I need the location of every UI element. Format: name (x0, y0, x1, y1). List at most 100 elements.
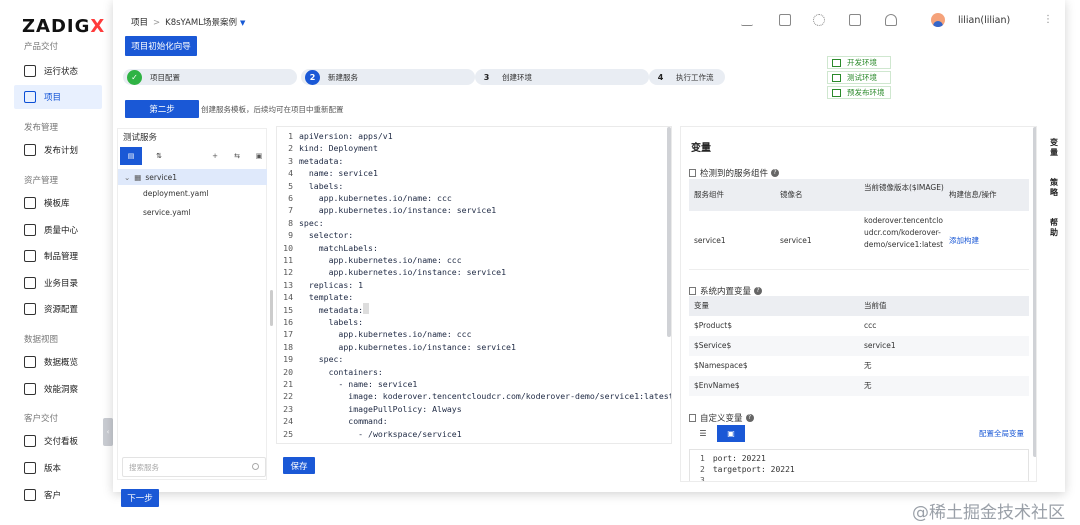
rail-variables[interactable]: 变量 (1049, 138, 1059, 158)
sidebar-item[interactable]: 效能洞察 (14, 377, 102, 401)
artifact-icon (24, 250, 36, 262)
more-icon[interactable]: ⋮ (1043, 14, 1053, 25)
code-line: 6 app.kubernetes.io/name: ccc (288, 193, 452, 203)
sys-var-name: $Namespace$ (694, 361, 748, 370)
code-line: 9 selector: (288, 230, 354, 241)
plugin-icon[interactable] (813, 14, 825, 26)
env-tag[interactable]: 预发布环境 (827, 86, 891, 99)
env-tag[interactable]: 测试环境 (827, 71, 891, 84)
sidebar-collapse-button[interactable]: ‹ (103, 418, 113, 446)
custom-vars-editor[interactable]: 1 port: 20221 2 targetport: 20221 3 (689, 449, 1029, 481)
caret-down-icon: ⌄ (124, 172, 131, 182)
monitor-icon (24, 65, 36, 77)
help-icon[interactable]: ? (745, 414, 754, 422)
catalog-icon (24, 277, 36, 289)
sidebar-item[interactable]: 业务目录 (14, 271, 102, 295)
grid-icon (689, 169, 696, 177)
code-line: 13 replicas: 1 (283, 279, 364, 290)
step-label: 新建服务 (328, 72, 358, 82)
tree-service-item[interactable]: ⌄ ▦ service1 (118, 169, 267, 185)
bell-icon[interactable] (885, 14, 897, 26)
translate-icon[interactable] (779, 14, 791, 26)
code-line: 1 apiVersion: apps/v1 (288, 131, 393, 141)
detected-components-title: 检测到的服务组件? (689, 167, 780, 179)
wizard-step: 4 执行工作流 (649, 69, 725, 85)
sidebar-item[interactable]: 模板库 (14, 191, 102, 215)
breadcrumb-root[interactable]: 项目 (131, 18, 148, 28)
code-line: 18 app.kubernetes.io/instance: service1 (283, 341, 516, 352)
env-icon (832, 88, 841, 97)
code-line: 5 labels: (288, 180, 344, 191)
sidebar-item[interactable]: 客户 (14, 483, 102, 507)
sidebar-item[interactable]: 交付看板 (14, 429, 102, 453)
code-line: 17 app.kubernetes.io/name: ccc (283, 329, 472, 340)
code-line: 22 image: koderover.tencentcloudcr.com/k… (283, 391, 672, 402)
env-icon (832, 73, 841, 82)
service-search-input[interactable]: 搜索服务 (122, 457, 266, 477)
step-number: 4 (657, 72, 664, 82)
import-icon[interactable]: ▣ (248, 147, 270, 165)
sidebar: ZADIGX 产品交付 运行状态 项目 发布管理 发布计划 资产管理 模板库 质量中心 制品管理… (0, 0, 112, 525)
sidebar-item[interactable]: 制品管理 (14, 244, 102, 268)
next-button[interactable]: 下一步 (121, 489, 159, 507)
divider (689, 269, 1029, 270)
sidebar-item[interactable]: 发布计划 (14, 138, 102, 162)
code-line: 11 app.kubernetes.io/name: ccc (283, 255, 462, 265)
service-tree-panel: 测试服务 ▤ ⇅ + ⇆ ▣ ⌄ ▦ service1 deployment.yam… (117, 128, 267, 480)
code-line: 3 metadata: (288, 155, 344, 166)
project-dropdown-icon[interactable]: ▼ (240, 19, 245, 27)
panel-scrollbar[interactable] (1033, 127, 1036, 457)
code-line: 19 spec: (283, 354, 344, 365)
sidebar-item[interactable]: 资源配置 (14, 297, 102, 321)
breadcrumb-project[interactable]: K8sYAML场景案例 (165, 18, 237, 28)
yaml-view-button[interactable]: ▣ (717, 425, 745, 442)
step-number: 3 (483, 72, 490, 82)
customer-icon (24, 489, 36, 501)
global-vars-link[interactable]: 配置全局变量 (979, 428, 1024, 440)
tree-file-item[interactable]: service.yaml (143, 208, 191, 217)
user-menu[interactable]: lilian(lilian) (931, 13, 1010, 27)
sidebar-item[interactable]: 运行状态 (14, 59, 102, 83)
env-tag[interactable]: 开发环境 (827, 56, 891, 69)
version-cell: koderover.tencentcloudcr.com/koderover-d… (864, 216, 944, 249)
sidebar-item[interactable]: 数据概览 (14, 350, 102, 374)
breadcrumb: 项目 > K8sYAML场景案例 ▼ (131, 18, 246, 28)
code-line: 8 spec: (288, 217, 324, 228)
resource-icon (24, 303, 36, 315)
sys-var-value: 无 (864, 381, 872, 390)
variables-panel: 变量 检测到的服务组件? 服务组件 镜像名 当前镜像版本($IMAGE) 构建信… (680, 126, 1037, 482)
sys-var-value: ccc (864, 321, 877, 330)
sidebar-item[interactable]: 项目 (14, 85, 102, 109)
wizard-button[interactable]: 项目初始化向导 (125, 36, 197, 56)
file-view-button[interactable]: ▤ (120, 147, 142, 165)
add-build-link[interactable]: 添加构建 (949, 235, 979, 247)
code-line: 25 - /workspace/service1 (283, 428, 462, 439)
yaml-editor[interactable]: 1 apiVersion: apps/v1 2 kind: Deployment 3 me… (276, 126, 672, 444)
data-overview-icon (24, 356, 36, 368)
board-icon (24, 435, 36, 447)
docs-icon[interactable] (849, 14, 861, 26)
sidebar-item[interactable]: 质量中心 (14, 218, 102, 242)
system-table-header (689, 296, 1029, 316)
sidebar-item[interactable]: 版本 (14, 456, 102, 480)
rail-policy[interactable]: 策略 (1049, 178, 1059, 198)
tree-file-item[interactable]: deployment.yaml (143, 189, 209, 198)
project-icon (24, 91, 36, 103)
resize-handle[interactable] (270, 290, 273, 326)
rail-help[interactable]: 帮助 (1049, 218, 1059, 238)
download-icon[interactable] (741, 14, 753, 26)
insight-icon (24, 383, 36, 395)
sync-icon[interactable]: ⇆ (226, 147, 248, 165)
add-service-icon[interactable]: + (204, 147, 226, 165)
sort-button[interactable]: ⇅ (148, 147, 170, 165)
code-line: 2 kind: Deployment (288, 143, 378, 154)
wizard-step: 3 创建环境 (475, 69, 649, 85)
list-view-button[interactable]: ☰ (689, 425, 717, 442)
custom-vars-title: 自定义变量? (689, 412, 754, 424)
editor-scrollbar[interactable] (667, 127, 671, 337)
col-header: 构建信息/操作 (949, 190, 997, 199)
step-label: 创建环境 (502, 72, 532, 82)
help-icon[interactable]: ? (754, 287, 763, 295)
help-icon[interactable]: ? (771, 169, 780, 177)
save-button[interactable]: 保存 (283, 457, 315, 474)
